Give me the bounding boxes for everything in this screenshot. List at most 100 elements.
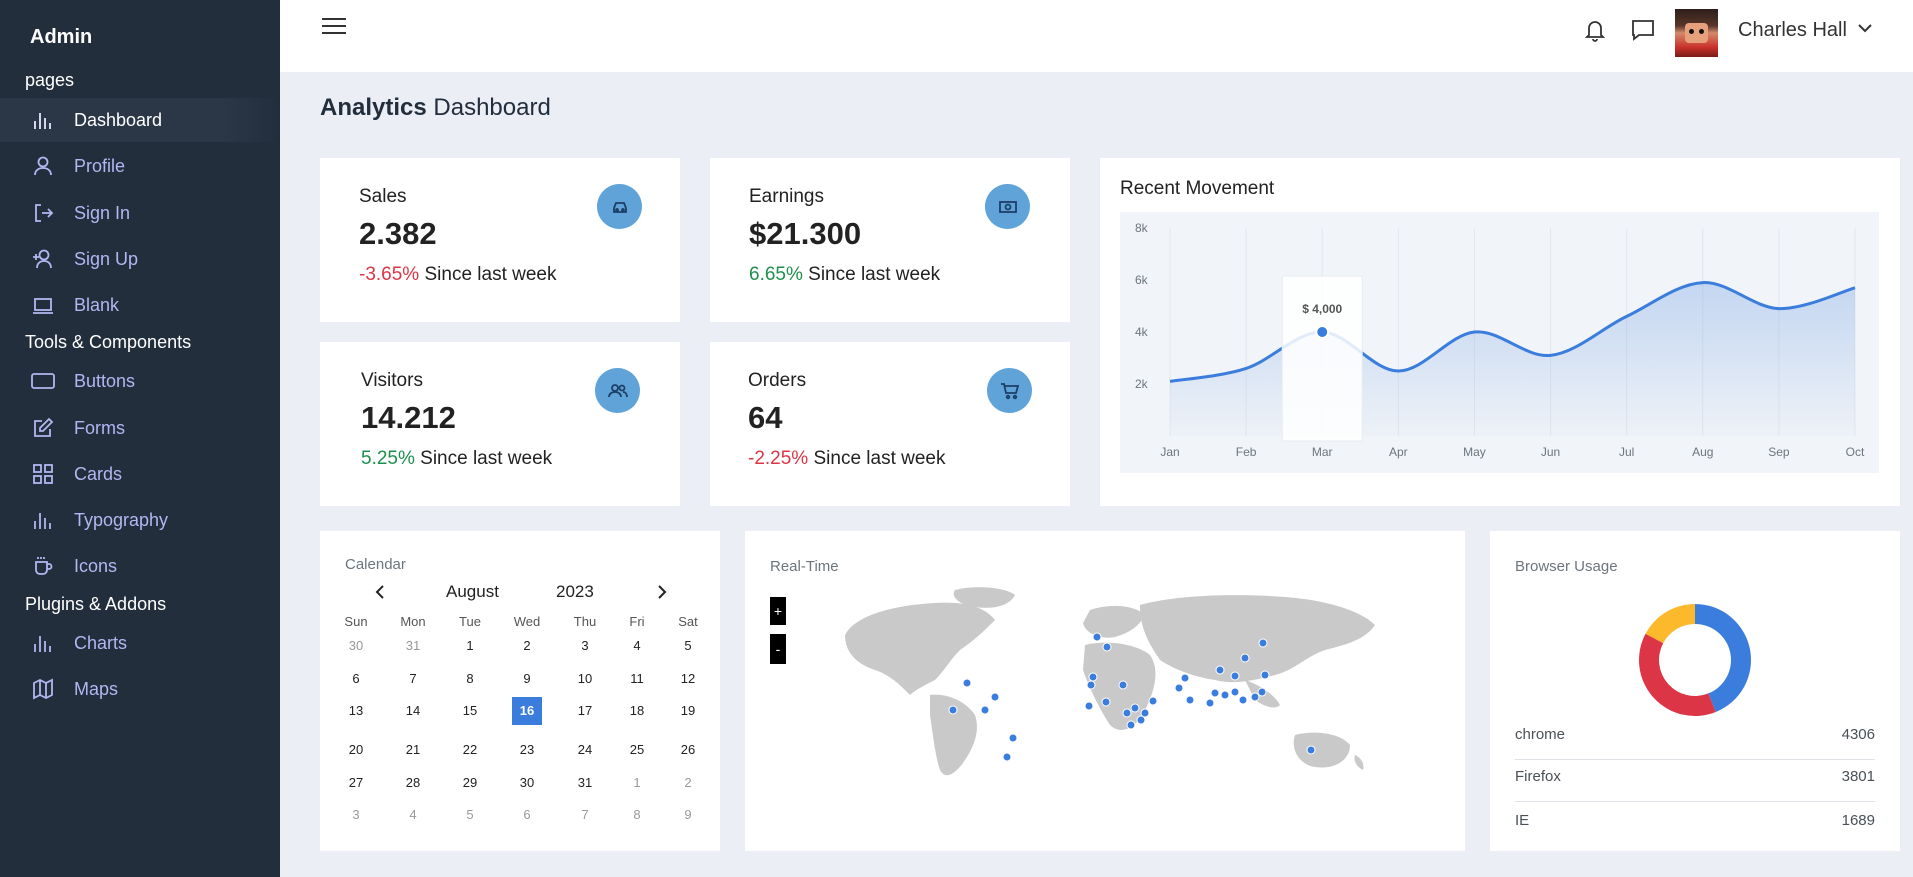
calendar-day[interactable]: 15	[455, 697, 485, 725]
movement-chart-svg: Jan Feb Mar Apr May Jun Jul Aug Sep Oct 2k 4k 6k 8k $ …	[1135, 221, 1865, 459]
calendar-day[interactable]: 29	[455, 769, 485, 797]
calendar-weekday: Wed	[513, 614, 541, 629]
calendar-day[interactable]: 31	[570, 769, 600, 797]
chevron-down-icon[interactable]	[1857, 20, 1873, 36]
x-tick-label: Jun	[1541, 445, 1560, 459]
sidebar-item-label: Charts	[74, 632, 128, 653]
sidebar-item-profile[interactable]: Profile	[0, 144, 280, 188]
sidebar-item-cards[interactable]: Cards	[0, 452, 280, 496]
calendar-day[interactable]: 4	[622, 632, 652, 660]
sidebar-item-blank[interactable]: Blank	[0, 283, 280, 327]
calendar-day[interactable]: 14	[398, 697, 428, 725]
calendar-day[interactable]: 30	[341, 632, 371, 660]
calendar-day[interactable]: 5	[673, 632, 703, 660]
section-plugins: Plugins & Addons	[25, 594, 167, 614]
calendar-day[interactable]: 9	[512, 665, 542, 693]
sidebar-item-forms[interactable]: Forms	[0, 406, 280, 450]
calendar-day[interactable]: 23	[512, 736, 542, 764]
calendar-day[interactable]: 6	[341, 665, 371, 693]
sidebar-item-signup[interactable]: Sign Up	[0, 237, 280, 281]
y-tick-label: 6k	[1135, 273, 1149, 287]
calendar-day[interactable]: 28	[398, 769, 428, 797]
sidebar-item-buttons[interactable]: Buttons	[0, 359, 280, 403]
calendar-day[interactable]: 30	[512, 769, 542, 797]
list-item: IE 1689	[1515, 806, 1875, 846]
sidebar-item-charts[interactable]: Charts	[0, 621, 280, 665]
calendar-day[interactable]: 11	[622, 665, 652, 693]
calendar-weekday: Thu	[573, 614, 597, 629]
browser-count: 4306	[1841, 726, 1875, 743]
sidebar-item-maps[interactable]: Maps	[0, 667, 280, 711]
chevron-left-icon[interactable]	[372, 582, 392, 602]
sidebar-item-label: Typography	[74, 509, 169, 530]
calendar-day[interactable]: 24	[570, 736, 600, 764]
world-map[interactable]	[835, 585, 1385, 785]
calendar-day[interactable]: 4	[398, 801, 428, 829]
stat-label: Sales	[359, 186, 407, 207]
calendar-day[interactable]: 22	[455, 736, 485, 764]
message-icon[interactable]	[1630, 17, 1656, 43]
car-icon	[597, 184, 642, 229]
calendar-day[interactable]: 1	[455, 632, 485, 660]
calendar-day[interactable]: 3	[570, 632, 600, 660]
x-tick-label: Jul	[1619, 445, 1634, 459]
sidebar-item-icons[interactable]: Icons	[0, 544, 280, 588]
calendar-day[interactable]: 9	[673, 801, 703, 829]
calendar-day[interactable]: 12	[673, 665, 703, 693]
x-tick-label: Jan	[1160, 445, 1179, 459]
recent-movement-card: Recent Movement Jan Feb Mar Apr May Jun Jul Aug…	[1100, 158, 1900, 506]
calendar-day[interactable]: 2	[512, 632, 542, 660]
zoom-in-button[interactable]: +	[770, 597, 786, 625]
bar-chart-icon	[30, 507, 56, 533]
calendar-day[interactable]: 18	[622, 697, 652, 725]
calendar-day[interactable]: 7	[398, 665, 428, 693]
calendar-day[interactable]: 8	[455, 665, 485, 693]
calendar-year[interactable]: 2023	[556, 582, 594, 602]
calendar-day[interactable]: 5	[455, 801, 485, 829]
calendar-day[interactable]: 3	[341, 801, 371, 829]
x-tick-label: Aug	[1692, 445, 1713, 459]
calendar-month[interactable]: August	[446, 582, 499, 602]
avatar[interactable]	[1675, 9, 1718, 57]
calendar-day[interactable]: 17	[570, 697, 600, 725]
calendar-day[interactable]: 1	[622, 769, 652, 797]
visitors-card: Visitors 14.212 5.25% Since last week	[320, 342, 680, 506]
calendar-day[interactable]: 21	[398, 736, 428, 764]
calendar-day[interactable]: 16	[512, 697, 542, 725]
chevron-right-icon[interactable]	[654, 582, 674, 602]
bell-icon[interactable]	[1583, 17, 1609, 43]
calendar-day[interactable]: 2	[673, 769, 703, 797]
browser-count: 1689	[1841, 812, 1875, 829]
sidebar-item-dashboard[interactable]: Dashboard	[0, 98, 280, 142]
calendar-day[interactable]: 6	[512, 801, 542, 829]
user-icon	[30, 153, 56, 179]
calendar-day[interactable]: 20	[341, 736, 371, 764]
calendar-day[interactable]: 31	[398, 632, 428, 660]
x-tick-label: Feb	[1236, 445, 1257, 459]
sidebar-item-signin[interactable]: Sign In	[0, 191, 280, 235]
y-tick-label: 2k	[1135, 377, 1149, 391]
stat-label: Visitors	[361, 370, 423, 391]
calendar-title: Calendar	[345, 556, 406, 573]
calendar-day[interactable]: 13	[341, 697, 371, 725]
calendar-day[interactable]: 26	[673, 736, 703, 764]
grid-icon	[30, 461, 56, 487]
calendar-day[interactable]: 10	[570, 665, 600, 693]
calendar-day[interactable]: 7	[570, 801, 600, 829]
sidebar-item-label: Maps	[74, 678, 119, 699]
x-tick-label: May	[1463, 445, 1486, 459]
menu-icon[interactable]	[322, 18, 348, 38]
brand-title[interactable]: Admin	[30, 26, 92, 49]
sidebar-item-label: Icons	[74, 555, 118, 576]
calendar-day[interactable]: 19	[673, 697, 703, 725]
calendar-weekday: Fri	[629, 614, 645, 629]
money-icon	[985, 184, 1030, 229]
sidebar-item-typography[interactable]: Typography	[0, 498, 280, 542]
zoom-out-button[interactable]: -	[770, 634, 786, 664]
sidebar-item-label: Dashboard	[74, 109, 163, 130]
calendar-day[interactable]: 8	[622, 801, 652, 829]
user-name[interactable]: Charles Hall	[1738, 19, 1847, 42]
calendar-day[interactable]: 25	[622, 736, 652, 764]
series-area	[1170, 282, 1855, 436]
calendar-day[interactable]: 27	[341, 769, 371, 797]
